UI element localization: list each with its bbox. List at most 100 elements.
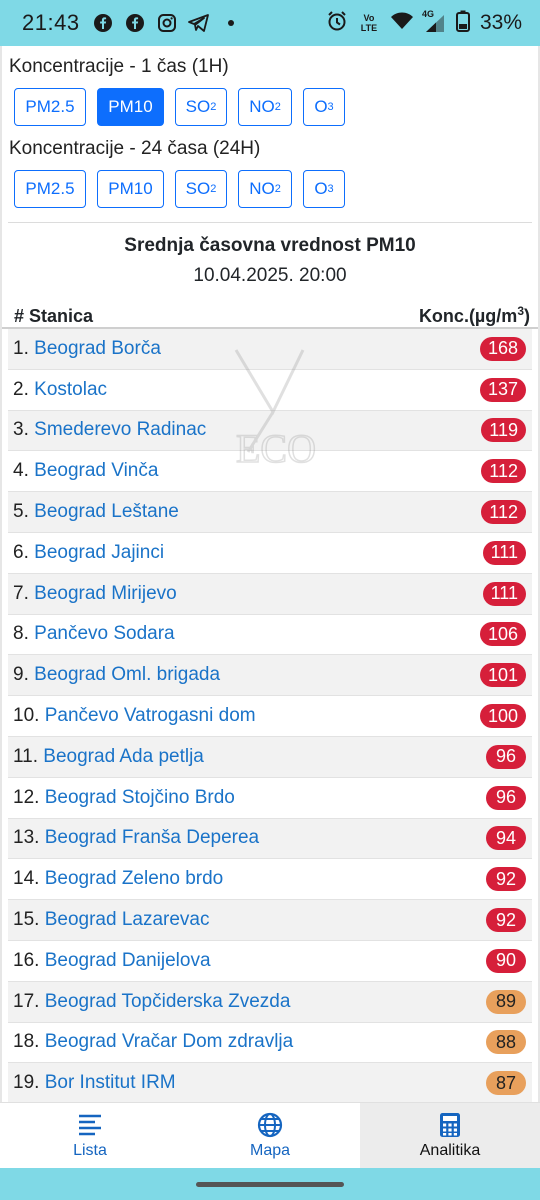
- station-link[interactable]: Beograd Ada petlja: [43, 746, 204, 767]
- station-cell: 16. Beograd Danijelova: [13, 950, 211, 972]
- station-link[interactable]: Pančevo Vatrogasni dom: [45, 705, 256, 726]
- nav-lista-label: Lista: [73, 1141, 107, 1159]
- bottom-navigation: Lista Mapa Analitika: [0, 1102, 540, 1168]
- station-cell: 19. Bor Institut IRM: [13, 1072, 176, 1094]
- station-link[interactable]: Kostolac: [34, 379, 107, 400]
- station-link[interactable]: Beograd Oml. brigada: [34, 664, 220, 685]
- daily-so2-button[interactable]: SO 2: [175, 170, 227, 208]
- daily-pm10-button[interactable]: PM10: [97, 170, 164, 208]
- main-content[interactable]: Koncentracije - 1 čas (1H) PM2.5 PM10 SO 2 N…: [0, 46, 540, 1102]
- station-rank: 8.: [13, 623, 29, 645]
- station-cell: 12. Beograd Stojčino Brdo: [13, 787, 235, 809]
- concentration-column-header: Konc.(µg/m3): [418, 304, 530, 326]
- hourly-no2-button[interactable]: NO 2: [238, 88, 292, 126]
- station-rank: 15.: [13, 909, 40, 931]
- daily-pm25-label: PM2.5: [25, 179, 75, 198]
- hourly-o3-subscript: 3: [327, 101, 334, 113]
- station-rank: 10.: [13, 705, 40, 727]
- station-link[interactable]: Beograd Lazarevac: [45, 909, 210, 930]
- station-link[interactable]: Beograd Stojčino Brdo: [45, 787, 235, 808]
- home-gesture-handle[interactable]: [196, 1182, 344, 1187]
- station-link[interactable]: Beograd Franša Deperea: [45, 827, 259, 848]
- station-cell: 5. Beograd Leštane: [13, 501, 179, 523]
- station-link[interactable]: Beograd Vinča: [34, 460, 158, 481]
- instagram-icon: [156, 12, 178, 34]
- daily-section-title: Koncentracije - 24 časa (24H): [9, 138, 261, 159]
- station-link[interactable]: Beograd Leštane: [34, 501, 179, 522]
- concentration-badge: 90: [486, 948, 526, 973]
- concentration-badge: 101: [479, 663, 526, 688]
- station-cell: 13. Beograd Franša Deperea: [13, 827, 259, 849]
- battery-percent: 33%: [479, 11, 522, 34]
- hourly-o3-button[interactable]: O3: [303, 88, 345, 126]
- table-row: 14. Beograd Zeleno brdo 92: [8, 859, 532, 901]
- concentration-badge: 112: [481, 459, 526, 484]
- station-cell: 7. Beograd Mirijevo: [13, 583, 177, 605]
- concentration-badge: 168: [479, 336, 526, 361]
- facebook-icon: [92, 12, 114, 34]
- nav-mapa[interactable]: Mapa: [180, 1103, 360, 1168]
- table-row: 19. Bor Institut IRM 87: [8, 1063, 532, 1102]
- station-cell: 18. Beograd Vračar Dom zdravlja: [13, 1031, 293, 1053]
- station-rank: 19.: [13, 1072, 40, 1094]
- table-row: 7. Beograd Mirijevo 111: [8, 573, 532, 615]
- concentration-badge: 96: [486, 785, 526, 810]
- station-link[interactable]: Beograd Borča: [34, 338, 161, 359]
- nav-lista[interactable]: Lista: [0, 1103, 180, 1168]
- hourly-o3-label: O: [314, 97, 328, 116]
- gesture-bar: [0, 1168, 540, 1200]
- daily-no2-label: NO: [249, 179, 275, 198]
- nav-analitika-label: Analitika: [419, 1141, 481, 1159]
- table-row: 12. Beograd Stojčino Brdo 96: [8, 778, 532, 819]
- concentration-badge: 88: [486, 1030, 526, 1055]
- signal-icon: 4G: [422, 9, 446, 33]
- station-link[interactable]: Beograd Danijelova: [45, 950, 211, 971]
- battery-icon: [455, 10, 470, 37]
- station-rank: 5.: [13, 501, 29, 523]
- table-row: 17. Beograd Topčiderska Zvezda 89: [8, 981, 532, 1023]
- station-link[interactable]: Smederevo Radinac: [34, 419, 206, 440]
- station-rank: 6.: [13, 541, 29, 563]
- station-link[interactable]: Beograd Topčiderska Zvezda: [45, 991, 291, 1012]
- station-link[interactable]: Pančevo Sodara: [34, 623, 175, 644]
- hourly-so2-subscript: 2: [210, 101, 217, 113]
- list-icon: [77, 1112, 103, 1138]
- station-rank: 9.: [13, 664, 29, 686]
- concentration-badge: 96: [486, 744, 526, 769]
- table-row: 3. Smederevo Radinac 119: [8, 410, 532, 452]
- daily-no2-button[interactable]: NO 2: [238, 170, 292, 208]
- station-rank: 4.: [13, 460, 29, 482]
- status-right: Vo LTE 4G 33%: [326, 9, 522, 37]
- station-cell: 11. Beograd Ada petlja: [13, 746, 204, 768]
- station-link[interactable]: Bor Institut IRM: [45, 1072, 176, 1093]
- nav-analitika[interactable]: Analitika: [360, 1103, 540, 1168]
- notification-dot: [227, 20, 234, 26]
- table-row: 11. Beograd Ada petlja 96: [8, 736, 532, 778]
- hourly-so2-button[interactable]: SO 2: [175, 88, 227, 126]
- concentration-badge: 119: [481, 418, 526, 443]
- calculator-icon: [439, 1112, 461, 1138]
- daily-o3-button[interactable]: O3: [303, 170, 345, 208]
- daily-so2-subscript: 2: [210, 183, 217, 195]
- station-cell: 17. Beograd Topčiderska Zvezda: [13, 991, 290, 1013]
- hourly-so2-label: SO: [185, 97, 211, 116]
- concentration-badge: 111: [482, 540, 526, 565]
- table-header: # Stanica Konc.(µg/m3): [2, 297, 538, 329]
- station-rank: 13.: [13, 827, 40, 849]
- station-link[interactable]: Beograd Zeleno brdo: [45, 868, 224, 889]
- report-title: Srednja časovna vrednost PM10: [124, 235, 416, 256]
- hourly-pm10-button[interactable]: PM10: [97, 88, 164, 126]
- hourly-pm25-button[interactable]: PM2.5: [14, 88, 86, 126]
- station-link[interactable]: Beograd Jajinci: [34, 542, 164, 563]
- station-cell: 15. Beograd Lazarevac: [13, 909, 209, 931]
- daily-pm25-button[interactable]: PM2.5: [14, 170, 86, 208]
- daily-pollutant-buttons: PM2.5 PM10 SO 2 NO 2 O 3: [2, 160, 538, 208]
- station-link[interactable]: Beograd Mirijevo: [34, 583, 177, 604]
- table-row: 5. Beograd Leštane 112: [8, 492, 532, 533]
- hourly-no2-label: NO: [249, 97, 275, 116]
- station-link[interactable]: Beograd Vračar Dom zdravlja: [45, 1031, 294, 1052]
- daily-o3-subscript: 3: [327, 183, 334, 195]
- concentration-badge: 87: [486, 1071, 526, 1096]
- station-rank: 11.: [13, 745, 39, 767]
- station-rank: 12.: [13, 786, 40, 808]
